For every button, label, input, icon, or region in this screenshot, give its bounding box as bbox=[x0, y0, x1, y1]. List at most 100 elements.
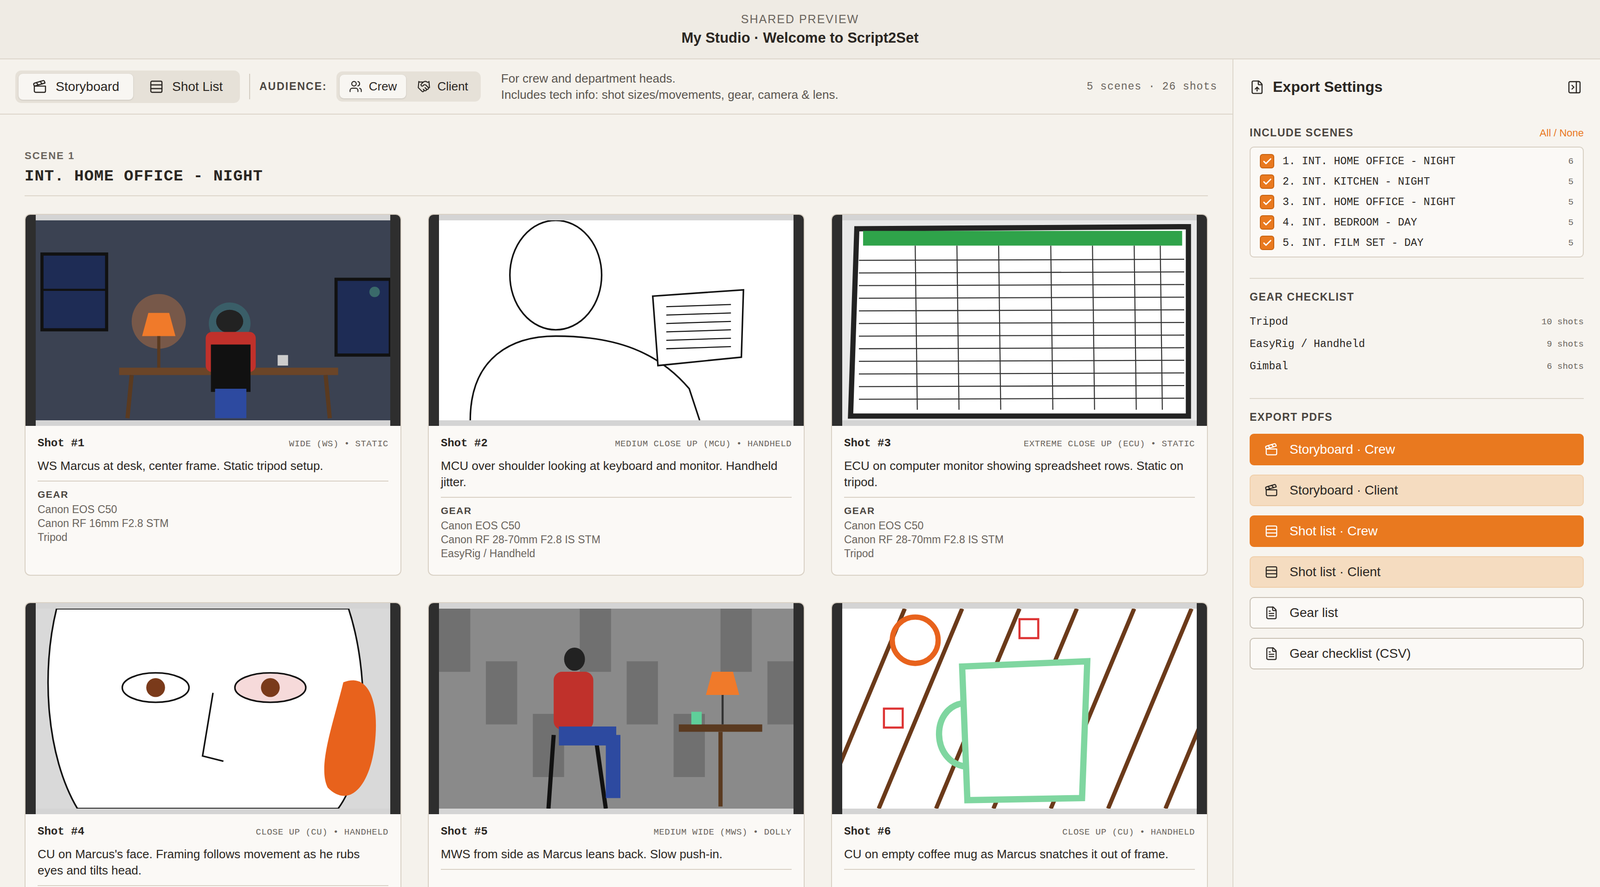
shot-frame bbox=[428, 214, 804, 426]
export-button[interactable]: Storyboard · Crew bbox=[1249, 433, 1584, 466]
header-eyebrow: SHARED PREVIEW bbox=[741, 12, 859, 26]
shot-divider bbox=[844, 869, 1195, 871]
shot-type: MEDIUM CLOSE UP (MCU) • HANDHELD bbox=[614, 438, 792, 450]
shot-gear: GEARCanon EOS C50Canon RF 16mm F2.8 STMT… bbox=[37, 489, 389, 545]
scene-count: 5 bbox=[1568, 197, 1574, 208]
scene-row[interactable]: 4. INT. BEDROOM - DAY5 bbox=[1259, 215, 1574, 230]
gear-row: EasyRig / Handheld9 shots bbox=[1249, 333, 1584, 356]
file-export-icon bbox=[1249, 79, 1265, 95]
shot-sketch bbox=[438, 220, 794, 421]
view-tab[interactable]: Storyboard bbox=[18, 73, 134, 100]
export-panel: Export SettingsINCLUDE SCENESAll/None1. … bbox=[1232, 59, 1600, 887]
audience-label: AUDIENCE: bbox=[259, 80, 328, 93]
export-button[interactable]: Storyboard · Client bbox=[1249, 474, 1584, 507]
view-tab[interactable]: Shot List bbox=[135, 73, 237, 100]
shot-card[interactable]: Shot #3EXTREME CLOSE UP (ECU) • STATICEC… bbox=[831, 213, 1208, 576]
collapse-button[interactable] bbox=[1565, 77, 1584, 97]
export-buttons: Storyboard · Crew Storyboard · Client Shot… bbox=[1249, 433, 1584, 670]
audience-tab[interactable]: Client bbox=[407, 74, 478, 99]
check-icon bbox=[1262, 238, 1273, 249]
rows-icon bbox=[1264, 524, 1279, 539]
scene-checkbox[interactable] bbox=[1259, 215, 1275, 230]
shot-card[interactable]: Shot #6CLOSE UP (CU) • HANDHELDCU on emp… bbox=[831, 602, 1208, 887]
gear-count: 6 shots bbox=[1546, 361, 1584, 372]
scene-row[interactable]: 3. INT. HOME OFFICE - NIGHT5 bbox=[1259, 194, 1574, 210]
shot-body: Shot #4CLOSE UP (CU) • HANDHELD CU on Mar… bbox=[25, 814, 401, 887]
scene-list: 1. INT. HOME OFFICE - NIGHT6 2. INT. KITC… bbox=[1249, 146, 1584, 258]
shot-divider bbox=[440, 496, 792, 498]
audience-tab[interactable]: Crew bbox=[339, 74, 407, 99]
shot-type: CLOSE UP (CU) • HANDHELD bbox=[255, 827, 389, 838]
shot-card[interactable]: Shot #4CLOSE UP (CU) • HANDHELD CU on Mar… bbox=[24, 602, 402, 887]
shot-gear: GEAR Canon EOS C50Canon RF 28-70mm F2.8 I… bbox=[844, 505, 1195, 562]
file-icon bbox=[1264, 606, 1279, 620]
shot-card[interactable]: Shot #5MEDIUM WIDE (MWS) • DOLLY MWS from… bbox=[427, 602, 805, 887]
gear-item: Canon RF 28-70mm F2.8 IS STM bbox=[844, 533, 1195, 548]
audience-description: For crew and department heads.Includes t… bbox=[501, 71, 839, 103]
main: StoryboardShot List AUDIENCE: CrewClient Fo… bbox=[0, 59, 1233, 887]
export-button[interactable]: Shot list · Crew bbox=[1249, 515, 1584, 548]
shot-card[interactable]: Shot #1WIDE (WS) • STATICWS Marcus at de… bbox=[24, 213, 402, 576]
gear-item: Canon RF 16mm F2.8 STM bbox=[37, 516, 389, 531]
shot-type: MEDIUM WIDE (MWS) • DOLLY bbox=[653, 827, 792, 838]
shot-head: Shot #4CLOSE UP (CU) • HANDHELD bbox=[37, 825, 389, 839]
panel-title: Export Settings bbox=[1272, 78, 1383, 96]
clapperboard-icon bbox=[32, 79, 48, 95]
check-icon bbox=[1262, 176, 1273, 188]
check-icon bbox=[1262, 217, 1273, 228]
shot-type: WIDE (WS) • STATIC bbox=[289, 438, 389, 450]
shot-sketch bbox=[842, 220, 1197, 421]
storyboard: SCENE 1INT. HOME OFFICE - NIGHTShot #1WI… bbox=[0, 114, 1233, 887]
scene-checkbox[interactable] bbox=[1259, 154, 1275, 169]
shot-frame bbox=[832, 214, 1207, 426]
scene-row[interactable]: 5. INT. FILM SET - DAY5 bbox=[1259, 235, 1574, 251]
select-links: All/None bbox=[1539, 127, 1584, 140]
gear-count: 10 shots bbox=[1541, 316, 1584, 328]
gear-item: Canon EOS C50 bbox=[844, 519, 1195, 534]
shot-description: CU on Marcus's face. Framing follows mov… bbox=[37, 846, 389, 879]
shot-description: MWS from side as Marcus leans back. Slow… bbox=[440, 846, 792, 863]
gear-label: GEAR bbox=[440, 505, 792, 517]
scene-row[interactable]: 1. INT. HOME OFFICE - NIGHT6 bbox=[1259, 154, 1574, 169]
clapperboard-icon bbox=[1264, 442, 1279, 457]
select-none[interactable]: None bbox=[1559, 127, 1584, 140]
scene-checkbox[interactable] bbox=[1259, 235, 1275, 251]
shot-gear: GEARCanon EOS C50Canon RF 28-70mm F2.8 I… bbox=[440, 505, 792, 562]
header: SHARED PREVIEW My Studio · Welcome to Scr… bbox=[0, 0, 1600, 60]
scene-checkbox[interactable] bbox=[1259, 174, 1275, 189]
audience-switch: CrewClient bbox=[336, 71, 481, 102]
rows-icon bbox=[148, 79, 164, 95]
view-switch: StoryboardShot List bbox=[15, 70, 240, 104]
header-title: My Studio · Welcome to Script2Set bbox=[681, 29, 919, 47]
shot-description: ECU on computer monitor showing spreadsh… bbox=[844, 458, 1195, 491]
export-button[interactable]: Gear checklist (CSV) bbox=[1249, 638, 1584, 670]
users-icon bbox=[348, 79, 363, 94]
clapperboard-icon bbox=[1264, 483, 1279, 498]
scene-count: 5 bbox=[1568, 176, 1574, 188]
toolbar-divider bbox=[249, 73, 251, 100]
check-icon bbox=[1262, 156, 1273, 167]
app: SHARED PREVIEW My Studio · Welcome to Scr… bbox=[0, 0, 1600, 887]
shot-frame bbox=[25, 214, 401, 426]
gear-item: EasyRig / Handheld bbox=[440, 547, 792, 562]
export-button[interactable]: Shot list · Client bbox=[1249, 556, 1584, 588]
panel-divider bbox=[1249, 277, 1584, 279]
shot-frame bbox=[832, 603, 1207, 815]
shot-head: Shot #5MEDIUM WIDE (MWS) • DOLLY bbox=[440, 825, 792, 839]
shot-card[interactable]: Shot #2MEDIUM CLOSE UP (MCU) • HANDHELDM… bbox=[427, 213, 805, 576]
gear-label: GEAR bbox=[844, 505, 1195, 517]
body: StoryboardShot List AUDIENCE: CrewClient Fo… bbox=[0, 59, 1600, 887]
shot-sketch bbox=[35, 608, 391, 809]
scene-row[interactable]: 2. INT. KITCHEN - NIGHT5 bbox=[1259, 174, 1574, 189]
scene-count: 6 bbox=[1568, 156, 1574, 167]
export-button[interactable]: Gear list bbox=[1249, 597, 1584, 629]
scene-checkbox[interactable] bbox=[1259, 194, 1275, 210]
shot-grid: Shot #1WIDE (WS) • STATICWS Marcus at de… bbox=[24, 213, 1208, 887]
select-all[interactable]: All bbox=[1539, 127, 1551, 140]
gear-count: 9 shots bbox=[1546, 339, 1584, 350]
scene-title: INT. HOME OFFICE - NIGHT bbox=[24, 167, 1208, 197]
shot-body: Shot #5MEDIUM WIDE (MWS) • DOLLY MWS from… bbox=[428, 814, 804, 887]
rows-icon bbox=[1264, 565, 1279, 580]
shot-sketch bbox=[35, 220, 391, 421]
shot-body: Shot #3EXTREME CLOSE UP (ECU) • STATICEC… bbox=[832, 425, 1207, 575]
